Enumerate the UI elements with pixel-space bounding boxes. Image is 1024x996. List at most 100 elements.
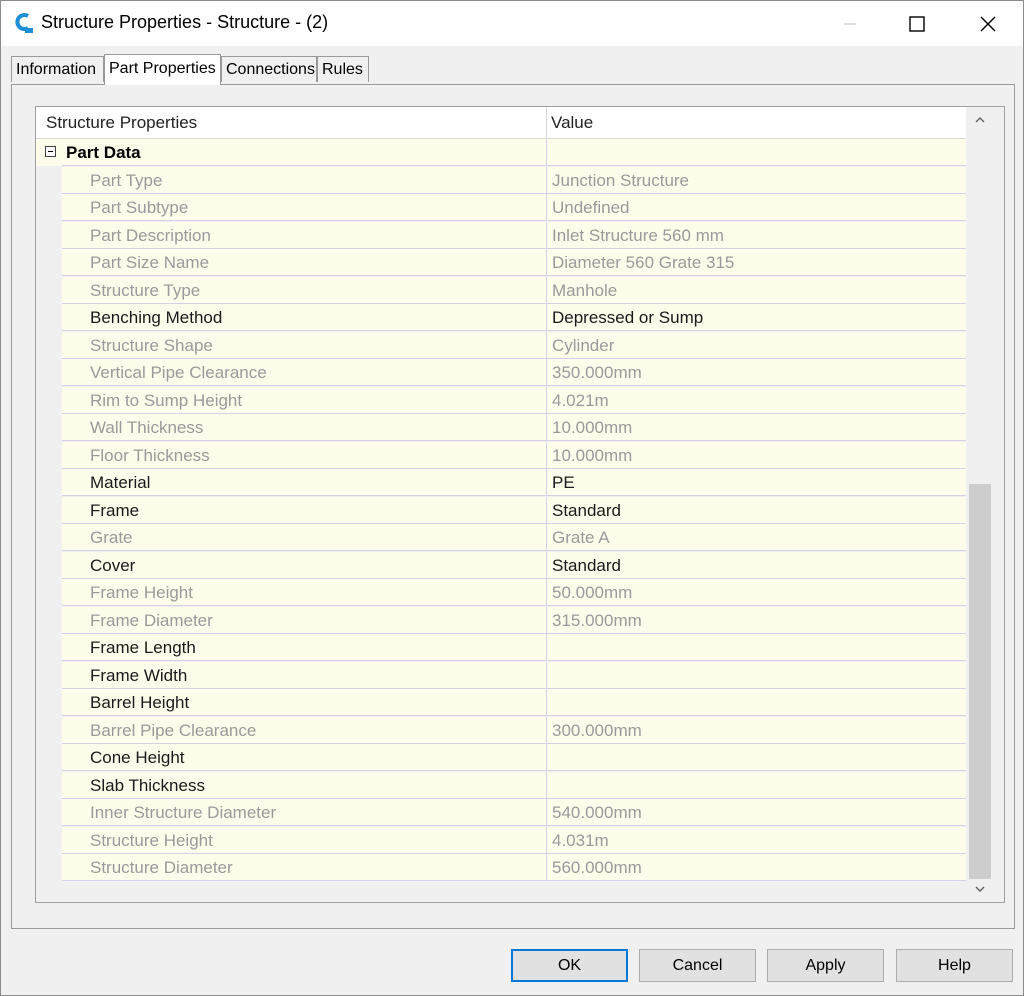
- apply-button[interactable]: Apply: [767, 949, 884, 982]
- property-row[interactable]: Barrel Pipe Clearance 300.000mm: [36, 717, 966, 744]
- minimize-button[interactable]: [816, 1, 884, 46]
- row-gutter: [36, 827, 62, 854]
- property-row[interactable]: Slab Thickness: [36, 772, 966, 799]
- row-gutter: [36, 799, 62, 826]
- property-row[interactable]: Frame Diameter 315.000mm: [36, 607, 966, 634]
- property-row[interactable]: Cover Standard: [36, 552, 966, 579]
- property-row[interactable]: Part Description Inlet Structure 560 mm: [36, 222, 966, 249]
- property-name: Barrel Height: [62, 689, 546, 716]
- collapse-icon[interactable]: [45, 146, 56, 157]
- row-gutter: [36, 497, 62, 524]
- property-value[interactable]: Standard: [546, 552, 966, 579]
- property-value: 10.000mm: [546, 442, 966, 469]
- property-value[interactable]: [546, 662, 966, 689]
- row-gutter: [36, 662, 62, 689]
- row-gutter: [36, 524, 62, 551]
- tab-information[interactable]: Information: [11, 56, 104, 82]
- property-row[interactable]: Frame Height 50.000mm: [36, 579, 966, 606]
- property-row[interactable]: Part Subtype Undefined: [36, 194, 966, 221]
- property-value: 4.031m: [546, 827, 966, 854]
- property-value: 4.021m: [546, 387, 966, 414]
- row-gutter: [36, 304, 62, 331]
- property-name: Frame Width: [62, 662, 546, 689]
- property-name: Wall Thickness: [62, 414, 546, 441]
- property-row[interactable]: Floor Thickness 10.000mm: [36, 442, 966, 469]
- property-value[interactable]: [546, 744, 966, 771]
- tab-connections[interactable]: Connections: [221, 56, 317, 82]
- property-row[interactable]: Frame Length: [36, 634, 966, 661]
- close-button[interactable]: [954, 1, 1022, 46]
- tab-rules[interactable]: Rules: [317, 56, 369, 82]
- property-name: Inner Structure Diameter: [62, 799, 546, 826]
- property-row[interactable]: Rim to Sump Height 4.021m: [36, 387, 966, 414]
- column-header-value[interactable]: Value: [551, 107, 593, 138]
- property-name: Barrel Pipe Clearance: [62, 717, 546, 744]
- property-value: 540.000mm: [546, 799, 966, 826]
- property-name: Material: [62, 469, 546, 496]
- help-button[interactable]: Help: [896, 949, 1013, 982]
- grid-header: Structure Properties Value: [36, 107, 966, 139]
- row-gutter: [36, 332, 62, 359]
- column-header-property[interactable]: Structure Properties: [46, 107, 197, 138]
- property-name: Part Type: [62, 167, 546, 194]
- ok-button[interactable]: OK: [511, 949, 628, 982]
- property-row[interactable]: Part Type Junction Structure: [36, 167, 966, 194]
- row-gutter: [36, 854, 62, 881]
- row-gutter: [36, 772, 62, 799]
- row-gutter: [36, 469, 62, 496]
- property-row[interactable]: Material PE: [36, 469, 966, 496]
- property-row[interactable]: Vertical Pipe Clearance 350.000mm: [36, 359, 966, 386]
- property-name: Frame Height: [62, 579, 546, 606]
- property-row[interactable]: Frame Width: [36, 662, 966, 689]
- property-value[interactable]: Depressed or Sump: [546, 304, 966, 331]
- cancel-button[interactable]: Cancel: [639, 949, 756, 982]
- property-value[interactable]: PE: [546, 469, 966, 496]
- property-row[interactable]: Benching Method Depressed or Sump: [36, 304, 966, 331]
- property-row[interactable]: Structure Shape Cylinder: [36, 332, 966, 359]
- property-name: Frame: [62, 497, 546, 524]
- property-name: Slab Thickness: [62, 772, 546, 799]
- property-row[interactable]: Barrel Height: [36, 689, 966, 716]
- property-row[interactable]: Frame Standard: [36, 497, 966, 524]
- row-gutter: [36, 552, 62, 579]
- scroll-thumb[interactable]: [969, 484, 991, 879]
- property-row[interactable]: Structure Type Manhole: [36, 277, 966, 304]
- property-value: Undefined: [546, 194, 966, 221]
- property-name: Vertical Pipe Clearance: [62, 359, 546, 386]
- row-gutter: [36, 414, 62, 441]
- property-value[interactable]: Standard: [546, 497, 966, 524]
- title-bar[interactable]: Structure Properties - Structure - (2): [1, 1, 1023, 46]
- property-value: Diameter 560 Grate 315: [546, 249, 966, 276]
- maximize-button[interactable]: [883, 1, 951, 46]
- property-grid: Structure Properties Value Part Data Par…: [35, 106, 1005, 903]
- chevron-up-icon: [975, 117, 985, 123]
- civil3d-app-icon: [14, 12, 34, 34]
- property-row[interactable]: Wall Thickness 10.000mm: [36, 414, 966, 441]
- column-divider[interactable]: [546, 107, 547, 138]
- scroll-down-button[interactable]: [967, 876, 993, 902]
- structure-properties-dialog: Structure Properties - Structure - (2) I…: [0, 0, 1024, 996]
- vertical-scrollbar[interactable]: [967, 107, 993, 902]
- category-row-part-data[interactable]: Part Data: [36, 139, 966, 166]
- property-value: 10.000mm: [546, 414, 966, 441]
- property-value[interactable]: [546, 689, 966, 716]
- tab-part-properties[interactable]: Part Properties: [104, 54, 221, 85]
- property-name: Part Description: [62, 222, 546, 249]
- property-value[interactable]: [546, 772, 966, 799]
- row-gutter: [36, 277, 62, 304]
- property-name: Frame Diameter: [62, 607, 546, 634]
- property-row[interactable]: Part Size Name Diameter 560 Grate 315: [36, 249, 966, 276]
- row-gutter: [36, 222, 62, 249]
- property-name: Cone Height: [62, 744, 546, 771]
- property-row[interactable]: Structure Diameter 560.000mm: [36, 854, 966, 881]
- property-row[interactable]: Structure Height 4.031m: [36, 827, 966, 854]
- property-value[interactable]: [546, 634, 966, 661]
- property-row[interactable]: Cone Height: [36, 744, 966, 771]
- chevron-down-icon: [975, 886, 985, 892]
- minimize-icon: [844, 22, 856, 25]
- scroll-up-button[interactable]: [967, 107, 993, 133]
- property-name: Frame Length: [62, 634, 546, 661]
- property-row[interactable]: Grate Grate A: [36, 524, 966, 551]
- row-gutter: [36, 167, 62, 194]
- property-row[interactable]: Inner Structure Diameter 540.000mm: [36, 799, 966, 826]
